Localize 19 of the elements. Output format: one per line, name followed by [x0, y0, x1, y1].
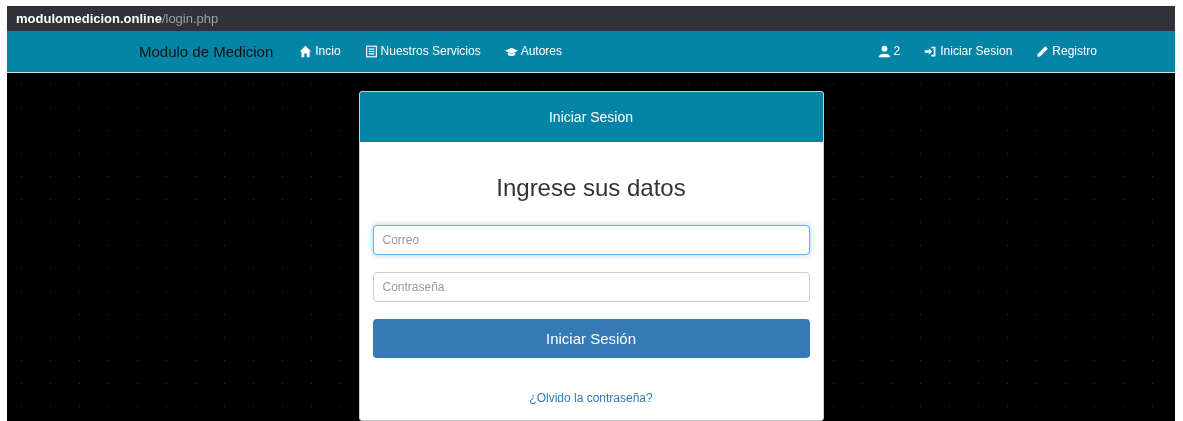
- form-heading: Ingrese sus datos: [495, 174, 687, 202]
- nav-link[interactable]: 2: [877, 44, 901, 59]
- nav-link[interactable]: Autores: [504, 44, 562, 59]
- sign-in-icon: [924, 44, 938, 58]
- nav-link[interactable]: Registro: [1036, 44, 1097, 59]
- nav-link[interactable]: Iniciar Sesion: [924, 44, 1013, 59]
- pencil-icon: [1036, 44, 1050, 58]
- input-field[interactable]: Contraseña: [372, 272, 810, 302]
- nav-link[interactable]: Incio: [299, 44, 341, 59]
- nav-link[interactable]: Nuestros Servicios: [364, 44, 481, 59]
- address-url[interactable]: modulomedicion.online/login.php: [16, 10, 219, 26]
- user-icon: [877, 44, 891, 58]
- card-title: Iniciar Sesion: [548, 109, 633, 125]
- home-icon: [299, 44, 313, 58]
- input-field[interactable]: Correo: [372, 225, 810, 255]
- forgot-password-link[interactable]: ¿Olvido la contraseña?: [529, 391, 653, 405]
- login-button[interactable]: Iniciar Sesión: [372, 319, 810, 358]
- brand-link[interactable]: Modulo de Medicion: [139, 42, 274, 60]
- list-icon: [364, 44, 378, 58]
